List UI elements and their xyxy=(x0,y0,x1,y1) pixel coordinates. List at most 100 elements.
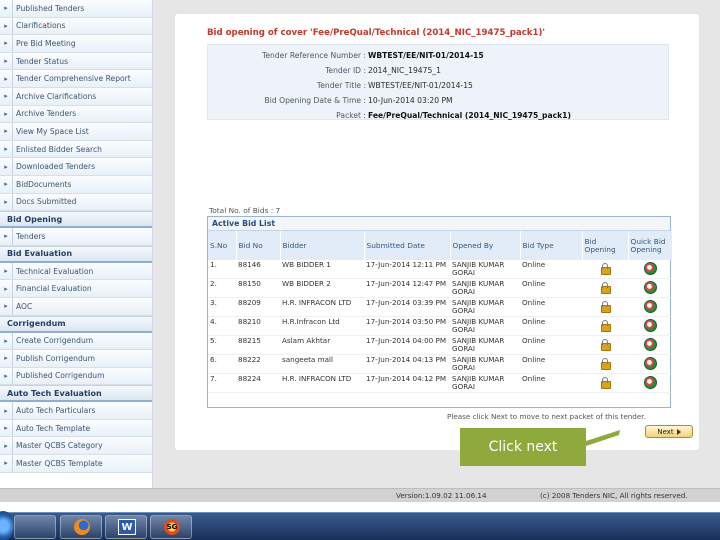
quick-open-icon[interactable] xyxy=(643,261,657,275)
chevron-right-icon: ▸ xyxy=(4,371,8,380)
sidebar-item-label: Published Tenders xyxy=(12,0,84,17)
quick-open-icon[interactable] xyxy=(643,299,657,313)
sidebar-item-tender-comprehensive-report[interactable]: ▸ Tender Comprehensive Report xyxy=(0,70,152,88)
tender-detail-value: 2014_NIC_19475_1 xyxy=(368,66,441,75)
quick-open-icon[interactable] xyxy=(643,318,657,332)
start-button[interactable] xyxy=(0,511,14,540)
next-button[interactable]: Next xyxy=(645,425,693,438)
cell-bidder: WB BIDDER 1 xyxy=(280,260,364,279)
cell-bid-opening xyxy=(582,335,628,355)
sidebar-item-enlisted-bidder-search[interactable]: ▸ Enlisted Bidder Search xyxy=(0,140,152,159)
cell-quick-bid-opening xyxy=(628,297,672,317)
sidebar-item-archive-clarifications[interactable]: ▸ Archive Clarifications xyxy=(0,87,152,106)
cell-date: 17-Jun-2014 12:47 PM xyxy=(364,278,450,298)
sidebar-item-label: Downloaded Tenders xyxy=(12,158,95,175)
cell-sno: 2. xyxy=(208,278,236,298)
taskbar-firefox[interactable] xyxy=(60,515,102,539)
chevron-right-icon: ▸ xyxy=(4,459,8,468)
column-header-s-no: S.No xyxy=(208,231,237,260)
lock-icon[interactable] xyxy=(600,358,611,370)
column-header-bid-no: Bid No xyxy=(236,231,281,260)
sidebar-heading-auto-tech-evaluation: Auto Tech Evaluation xyxy=(0,385,152,403)
tender-details: Tender Reference Number : WBTEST/EE/NIT-0… xyxy=(207,44,669,120)
footer-version: Version:1.09.02 11.06.14 xyxy=(396,491,487,500)
sidebar-item-tender-status[interactable]: ▸ Tender Status xyxy=(0,52,152,71)
chevron-right-icon: ▸ xyxy=(4,180,8,189)
chevron-right-icon: ▸ xyxy=(4,406,8,415)
cell-quick-bid-opening xyxy=(628,373,672,393)
cell-opened-by: SANJIB KUMAR GORAI xyxy=(450,260,520,279)
sidebar-item-create-corrigendum[interactable]: ▸ Create Corrigendum xyxy=(0,332,152,351)
quick-open-icon[interactable] xyxy=(643,337,657,351)
sidebar-item-master-qcbs-category[interactable]: ▸ Master QCBS Category xyxy=(0,437,152,456)
tender-detail-value: WBTEST/EE/NIT-01/2014-15 xyxy=(368,81,473,90)
quick-open-icon[interactable] xyxy=(643,280,657,294)
sidebar-item-docs-submitted[interactable]: ▸ Docs Submitted xyxy=(0,193,152,212)
table-row: 5. 88215 Aslam Akhtar 17-Jun-2014 04:00 PM S… xyxy=(208,335,672,355)
column-header-opened-by: Opened By xyxy=(450,231,521,260)
cell-quick-bid-opening xyxy=(628,278,672,298)
lock-icon[interactable] xyxy=(600,301,611,313)
chevron-right-icon: ▸ xyxy=(4,302,8,311)
sidebar-item-view-my-space-list[interactable]: ▸ View My Space List xyxy=(0,123,152,141)
sidebar-item-technical-evaluation[interactable]: ▸ Technical Evaluation xyxy=(0,262,152,281)
taskbar-blank[interactable] xyxy=(14,515,56,539)
sidebar-item-auto-tech-template[interactable]: ▸ Auto Tech Template xyxy=(0,419,152,438)
chevron-right-icon: ▸ xyxy=(4,162,8,171)
footer-copyright: (c) 2008 Tenders NIC, All rights reserve… xyxy=(540,491,688,500)
sidebar-item-publish-corrigendum[interactable]: ▸ Publish Corrigendum xyxy=(0,350,152,368)
word-icon: W xyxy=(118,519,136,535)
chevron-right-icon: ▸ xyxy=(4,267,8,276)
lock-icon[interactable] xyxy=(600,377,611,389)
sidebar-item-label: Published Corrigendum xyxy=(12,367,104,385)
cell-opened-by: SANJIB KUMAR GORAI xyxy=(450,373,520,393)
cell-opened-by: SANJIB KUMAR GORAI xyxy=(450,316,520,336)
taskbar-snagit[interactable]: SG xyxy=(150,515,192,539)
tender-detail-row: Bid Opening Date & Time :10-Jun-2014 03:… xyxy=(208,96,666,108)
sidebar-item-clarifications[interactable]: ▸ Clarifications xyxy=(0,17,152,36)
lock-icon[interactable] xyxy=(600,282,611,294)
sidebar-item-downloaded-tenders[interactable]: ▸ Downloaded Tenders xyxy=(0,158,152,176)
lock-icon[interactable] xyxy=(600,263,611,275)
cell-quick-bid-opening xyxy=(628,260,672,279)
lock-icon[interactable] xyxy=(600,339,611,351)
sidebar-item-label: Archive Clarifications xyxy=(12,87,96,105)
chevron-right-icon: ▸ xyxy=(4,336,8,345)
sidebar-item-published-corrigendum[interactable]: ▸ Published Corrigendum xyxy=(0,367,152,386)
quick-open-icon[interactable] xyxy=(643,375,657,389)
sidebar-item-biddocuments[interactable]: ▸ BidDocuments xyxy=(0,175,152,194)
quick-open-icon[interactable] xyxy=(643,356,657,370)
sidebar-item-archive-tenders[interactable]: ▸ Archive Tenders xyxy=(0,105,152,124)
tender-detail-row: Tender ID :2014_NIC_19475_1 xyxy=(208,66,666,78)
table-row: 2. 88150 WB BIDDER 2 17-Jun-2014 12:47 PM SA… xyxy=(208,278,672,298)
sidebar-item-auto-tech-particulars[interactable]: ▸ Auto Tech Particulars xyxy=(0,402,152,420)
sidebar-item-published-tenders[interactable]: ▸ Published Tenders xyxy=(0,0,152,18)
page-title: Bid opening of cover 'Fee/PreQual/Techni… xyxy=(207,28,546,38)
chevron-right-icon: ▸ xyxy=(4,232,8,241)
sidebar-item-label: Clarifications xyxy=(12,17,65,35)
cell-bidder: H.R. INFRACON LTD xyxy=(280,373,364,393)
tender-detail-key: Tender ID : xyxy=(325,66,366,75)
sidebar-item-label: Master QCBS Template xyxy=(12,455,103,472)
lock-icon[interactable] xyxy=(600,320,611,332)
chevron-right-icon: ▸ xyxy=(4,4,8,13)
cell-bidder: Aslam Akhtar xyxy=(280,335,364,355)
chevron-right-icon: ▸ xyxy=(4,127,8,136)
cell-type: Online xyxy=(520,354,582,374)
sidebar-item-pre-bid-meeting[interactable]: ▸ Pre Bid Meeting xyxy=(0,35,152,53)
cell-bid-opening xyxy=(582,278,628,298)
cell-sno: 4. xyxy=(208,316,236,336)
sidebar-item-financial-evaluation[interactable]: ▸ Financial Evaluation xyxy=(0,280,152,298)
column-header-bidder: Bidder xyxy=(280,231,365,260)
taskbar-word[interactable]: W xyxy=(105,515,147,539)
table-row: 6. 88222 sangeeta mall 17-Jun-2014 04:13 PM… xyxy=(208,354,672,374)
sidebar-item-aoc[interactable]: ▸ AOC xyxy=(0,297,152,316)
sidebar-item-tenders[interactable]: ▸ Tenders xyxy=(0,228,152,246)
sidebar-item-label: Create Corrigendum xyxy=(12,332,93,350)
sidebar-item-master-qcbs-template[interactable]: ▸ Master QCBS Template xyxy=(0,455,152,473)
cell-type: Online xyxy=(520,278,582,298)
next-instruction: Please click Next to move to next packet… xyxy=(447,412,646,421)
column-header-submitted-date: Submitted Date xyxy=(364,231,451,260)
sidebar-item-label: Tenders xyxy=(12,228,45,245)
cell-date: 17-Jun-2014 04:12 PM xyxy=(364,373,450,393)
